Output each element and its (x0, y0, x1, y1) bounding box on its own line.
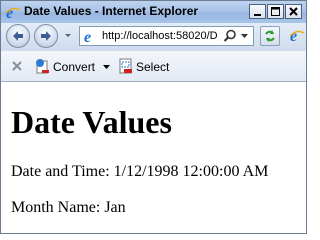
forward-button[interactable] (34, 24, 58, 48)
close-icon (289, 7, 298, 16)
address-bar[interactable]: e http://localhost:58020/D (79, 26, 254, 46)
history-dropdown-icon[interactable] (63, 28, 73, 42)
select-pdf-icon (119, 58, 132, 74)
command-bar: Convert Select (1, 51, 306, 82)
convert-label: Convert (53, 60, 96, 74)
date-time-text: Date and Time: 1/12/1998 12:00:00 AM (11, 163, 269, 180)
convert-button[interactable]: Convert (35, 58, 103, 76)
title-bar[interactable]: e Date Values - Internet Explorer (1, 1, 306, 23)
address-dropdown-icon[interactable] (240, 31, 249, 41)
refresh-button[interactable] (260, 26, 280, 46)
convert-dropdown-icon[interactable] (103, 65, 110, 69)
select-button[interactable]: Select (118, 58, 174, 76)
page-heading: Date Values (11, 104, 172, 140)
back-button[interactable] (6, 24, 30, 48)
ie-logo-icon: e (5, 5, 21, 20)
new-tab-ie-icon[interactable]: e (289, 27, 305, 43)
maximize-button[interactable] (267, 4, 284, 19)
maximize-icon (271, 7, 280, 16)
refresh-icon (265, 30, 275, 42)
svg-text:e: e (84, 29, 91, 44)
window-title: Date Values - Internet Explorer (24, 4, 199, 18)
address-url[interactable]: http://localhost:58020/D (102, 30, 220, 42)
page-content: Date Values Date and Time: 1/12/1998 12:… (1, 82, 306, 233)
page-ie-icon: e (84, 29, 91, 44)
minimize-button[interactable] (249, 4, 266, 19)
close-icon[interactable] (11, 60, 23, 72)
select-label: Select (136, 60, 170, 74)
navigation-bar: e http://localhost:58020/D e (1, 23, 306, 51)
close-window-button[interactable] (285, 4, 302, 19)
back-arrow-icon (13, 31, 23, 41)
search-icon[interactable] (223, 29, 237, 43)
browser-window: e Date Values - Internet Explorer e http… (0, 0, 307, 234)
forward-arrow-icon (41, 31, 51, 41)
minimize-icon (254, 14, 261, 16)
month-name-text: Month Name: Jan (11, 199, 126, 216)
convert-pdf-icon (36, 59, 49, 74)
